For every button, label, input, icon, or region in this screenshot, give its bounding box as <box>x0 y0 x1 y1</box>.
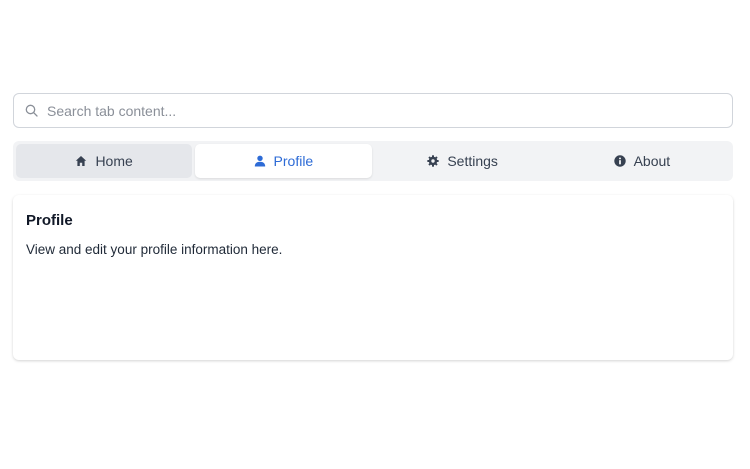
home-icon <box>75 155 87 167</box>
panel-body: View and edit your profile information h… <box>26 242 283 257</box>
tab-settings-label: Settings <box>447 153 498 169</box>
tab-about[interactable]: About <box>554 144 730 178</box>
tab-profile-label: Profile <box>273 153 314 169</box>
gear-icon <box>427 155 440 167</box>
search-input[interactable]: Search tab content... <box>13 93 733 128</box>
search-icon <box>24 104 38 118</box>
info-icon <box>613 155 626 167</box>
tab-panel: Profile View and edit your profile infor… <box>13 195 733 360</box>
search-placeholder: Search tab content... <box>47 102 177 119</box>
tab-about-label: About <box>633 153 671 169</box>
tab-bar: Home Profile Settings About <box>13 141 733 181</box>
tab-settings[interactable]: Settings <box>375 144 551 178</box>
panel-title: Profile <box>26 212 73 229</box>
user-icon <box>254 155 266 167</box>
tab-home-label: Home <box>95 153 133 169</box>
tab-profile[interactable]: Profile <box>195 144 372 178</box>
tab-home[interactable]: Home <box>16 144 193 178</box>
